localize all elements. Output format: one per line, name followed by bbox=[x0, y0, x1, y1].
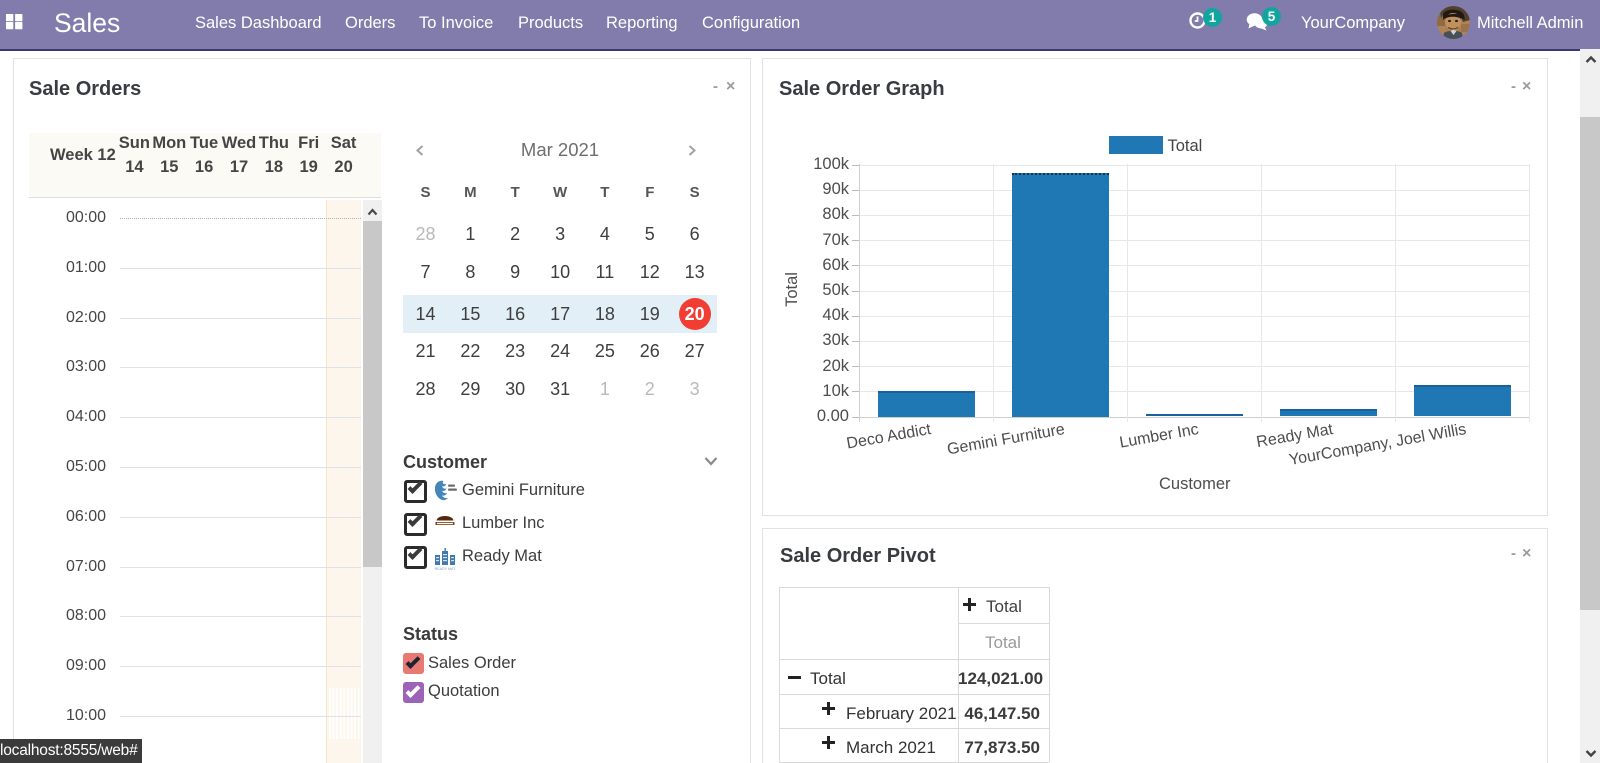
svg-text:READY MAT: READY MAT bbox=[435, 567, 456, 571]
